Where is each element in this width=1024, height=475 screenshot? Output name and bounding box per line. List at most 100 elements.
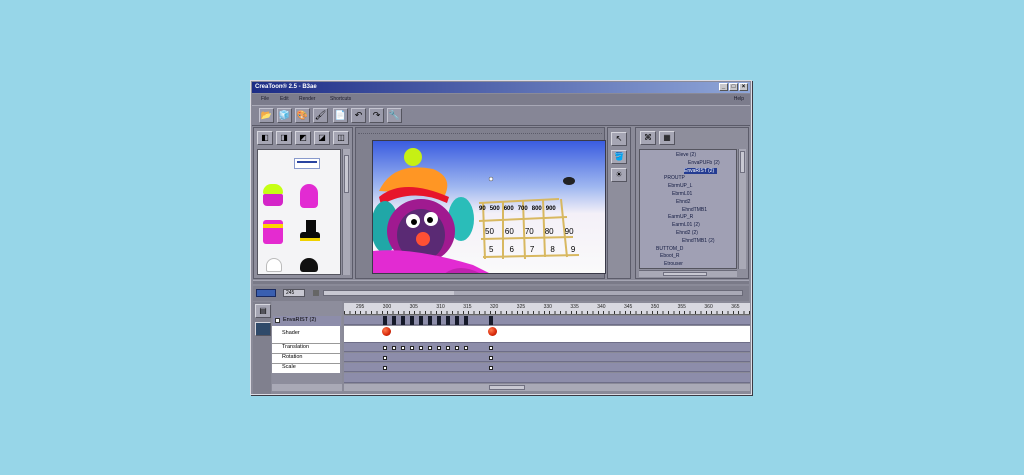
menu-file[interactable]: File [261, 94, 269, 105]
tree-scroll-thumb[interactable] [740, 151, 745, 173]
redo-icon[interactable]: ↷ [369, 108, 384, 123]
thumb-hat-purple[interactable] [263, 194, 283, 206]
tracks-hscrollbar[interactable] [344, 384, 750, 391]
playback-icon[interactable] [256, 289, 276, 297]
library-tab-1-icon[interactable]: ◧ [257, 131, 273, 145]
blocks-icon[interactable]: 🧊 [277, 108, 292, 123]
tree-item[interactable]: BUTTOM_D [656, 246, 686, 252]
timeline-hscroll-thumb[interactable] [324, 291, 454, 295]
track-label-translation[interactable]: Translation [272, 343, 340, 353]
menu-shortcuts[interactable]: Shortcuts [330, 94, 351, 105]
tracks-hscroll-thumb[interactable] [489, 385, 525, 390]
scene-canvas[interactable]: 90 500 600 700 800 900 50 60 70 80 90 5 … [372, 140, 606, 274]
translation-keyframe[interactable] [401, 346, 405, 350]
title-bar[interactable]: CreaToon® 2.5 - B3ae _ □ × [252, 82, 750, 93]
scale-keyframe[interactable] [383, 366, 387, 370]
translation-keyframe[interactable] [410, 346, 414, 350]
thumb-dialog[interactable] [294, 158, 320, 169]
thumb-mitten[interactable] [263, 220, 283, 244]
translation-keyframe[interactable] [464, 346, 468, 350]
tree-item[interactable]: Ehnd2 [676, 199, 693, 205]
thumb-hat-yellow[interactable] [263, 184, 283, 194]
bucket-tool-icon[interactable]: 🪣 [611, 150, 627, 164]
pointer-tool-icon[interactable]: ↖ [611, 132, 627, 146]
track-label-scale[interactable]: Scale [272, 363, 340, 373]
translation-keyframe[interactable] [419, 346, 423, 350]
keyframe-bar[interactable] [455, 316, 459, 325]
tree-item[interactable]: EnvaRIST (2) [684, 167, 718, 174]
tree-item[interactable]: EhndTMB1 (2) [682, 238, 718, 244]
tree-item[interactable]: EarmUP_R [668, 214, 696, 220]
keyframe-bar[interactable] [446, 316, 450, 325]
track-scale[interactable] [344, 363, 750, 372]
library-tab-5-icon[interactable]: ◫ [333, 131, 349, 145]
close-button[interactable]: × [739, 83, 748, 91]
library-tab-4-icon[interactable]: ◪ [314, 131, 330, 145]
open-folder-icon[interactable]: 📂 [259, 108, 274, 123]
keyframe-bar[interactable] [489, 316, 493, 325]
keyframe-bar[interactable] [392, 316, 396, 325]
keyframe-bar[interactable] [419, 316, 423, 325]
tools-icon[interactable]: 🔧 [387, 108, 402, 123]
timeline-ruler[interactable]: 295 300 305 310 315 320 325 330 335 340 345 350 355 3… [344, 303, 750, 315]
library-tab-3-icon[interactable]: ◩ [295, 131, 311, 145]
tree-item[interactable]: EhndTMB1 [682, 207, 710, 213]
scale-keyframe[interactable] [489, 366, 493, 370]
tree-item[interactable]: EbrmUP_L [668, 183, 695, 189]
tree-item[interactable]: EnvaPUFb (2) [688, 160, 723, 166]
tree-item[interactable]: Etrouser [664, 261, 686, 267]
shader-keyframe[interactable] [488, 327, 497, 336]
rotation-keyframe[interactable] [383, 356, 387, 360]
tree-hscroll-thumb[interactable] [663, 272, 707, 276]
document-icon[interactable]: 📄 [333, 108, 348, 123]
render-icon[interactable]: 🎨 [295, 108, 310, 123]
track-label-rotation[interactable]: Rotation [272, 353, 340, 363]
tree-item[interactable]: Eleve (2) [676, 152, 699, 158]
translation-keyframe[interactable] [446, 346, 450, 350]
object-row[interactable]: EnvaRIST (2) [273, 316, 341, 326]
minimize-button[interactable]: _ [719, 83, 728, 91]
library-scroll-thumb[interactable] [344, 155, 349, 193]
splitter[interactable] [253, 280, 749, 284]
keyframe-bar[interactable] [428, 316, 432, 325]
paint-icon[interactable]: 🖌 [313, 108, 328, 123]
menu-render[interactable]: Render [299, 94, 315, 105]
rotation-keyframe[interactable] [489, 356, 493, 360]
translation-keyframe[interactable] [383, 346, 387, 350]
object-checkbox[interactable] [275, 318, 280, 323]
tree-tab-hierarchy-icon[interactable]: ⌘ [640, 131, 656, 145]
tree-item[interactable]: Eboot_R [660, 253, 682, 259]
translation-keyframe[interactable] [437, 346, 441, 350]
keyframe-bar[interactable] [464, 316, 468, 325]
monitor-icon[interactable] [255, 322, 271, 336]
thumb-boot[interactable] [300, 220, 320, 244]
tree-scrollbar[interactable] [738, 149, 746, 269]
shader-keyframe[interactable] [382, 327, 391, 336]
tree-item[interactable]: Ehnd2 (2) [676, 230, 701, 236]
track-shader[interactable] [344, 326, 750, 343]
tree-item[interactable]: EarmL01 (2) [672, 222, 703, 228]
translation-keyframe[interactable] [489, 346, 493, 350]
tree-hscrollbar[interactable] [639, 270, 737, 277]
keyframe-bar[interactable] [410, 316, 414, 325]
undo-icon[interactable]: ↶ [351, 108, 366, 123]
keyframe-bar[interactable] [437, 316, 441, 325]
translation-keyframe[interactable] [428, 346, 432, 350]
tree-tab-properties-icon[interactable]: ▦ [659, 131, 675, 145]
thumb-hood[interactable] [300, 184, 318, 208]
frame-spinner-icon[interactable] [313, 290, 319, 296]
sun-tool-icon[interactable]: ☀ [611, 168, 627, 182]
labels-hscrollbar[interactable] [272, 384, 342, 391]
filter-icon[interactable]: ▤ [255, 304, 271, 318]
translation-keyframe[interactable] [392, 346, 396, 350]
tree-item[interactable]: EbrmL01 [672, 191, 695, 197]
timeline-hscrollbar[interactable] [323, 290, 743, 296]
track-label-shader[interactable]: Shader [272, 326, 340, 343]
translation-keyframe[interactable] [455, 346, 459, 350]
library-scrollbar[interactable] [342, 149, 350, 275]
thumb-white-cap[interactable] [266, 258, 282, 272]
maximize-button[interactable]: □ [729, 83, 738, 91]
tree-item[interactable]: PROUTP [664, 175, 688, 181]
keyframe-bar[interactable] [401, 316, 405, 325]
menu-help[interactable]: Help [734, 94, 744, 105]
